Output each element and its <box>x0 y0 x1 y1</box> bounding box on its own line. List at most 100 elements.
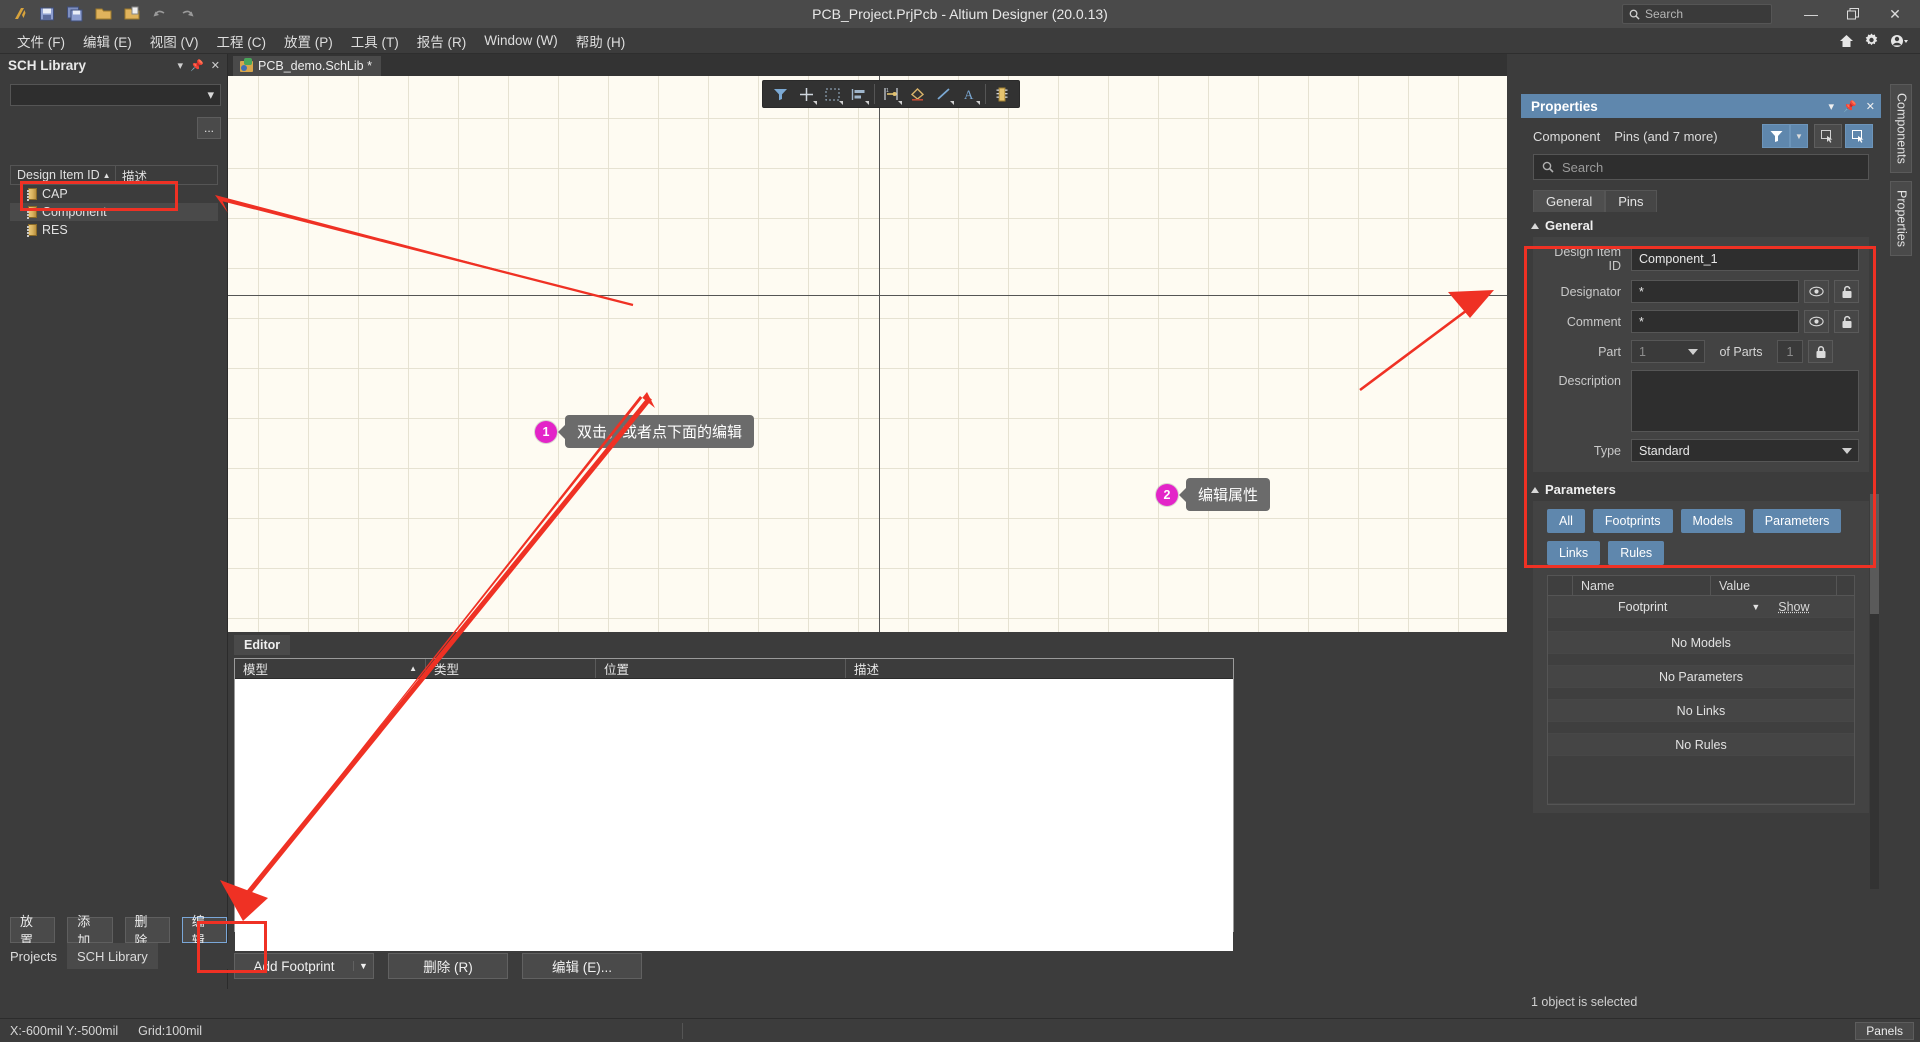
show-link[interactable]: Show <box>1778 600 1809 614</box>
scrollbar-thumb[interactable] <box>1870 494 1879 614</box>
column-design-item-id[interactable]: Design Item ID ▲ <box>11 168 115 182</box>
parameters-section-title[interactable]: Parameters <box>1521 472 1881 501</box>
minimize-button[interactable]: — <box>1790 0 1832 28</box>
selection-box-icon[interactable] <box>819 82 845 106</box>
comment-input[interactable]: * <box>1631 310 1799 333</box>
library-select[interactable]: ▾ <box>10 84 221 106</box>
menu-view[interactable]: 视图 (V) <box>141 28 208 54</box>
chevron-down-icon[interactable]: ▼ <box>1790 124 1808 148</box>
table-row[interactable]: Footprint ▼ Show <box>1548 596 1854 618</box>
delete-model-button[interactable]: 删除 (R) <box>388 953 508 979</box>
vtab-properties[interactable]: Properties <box>1889 180 1912 256</box>
list-item[interactable]: RES <box>10 221 218 239</box>
vtab-components[interactable]: Components <box>1889 84 1912 173</box>
zoom-to-fit-icon[interactable] <box>1845 124 1873 148</box>
global-search-input[interactable]: Search <box>1622 4 1772 24</box>
altium-logo-icon[interactable] <box>6 2 32 26</box>
gear-icon[interactable] <box>1864 33 1879 48</box>
user-account-icon[interactable] <box>1889 34 1910 48</box>
type-select[interactable]: Standard <box>1631 439 1859 462</box>
text-icon[interactable]: A <box>956 82 982 106</box>
filter-rules-button[interactable]: Rules <box>1608 541 1665 565</box>
column-description[interactable]: 描述 <box>116 166 147 185</box>
add-footprint-dropdown[interactable]: ▼ <box>353 961 373 971</box>
filter-all-button[interactable]: All <box>1547 509 1585 533</box>
home-icon[interactable] <box>1839 34 1854 48</box>
crosshair-icon[interactable] <box>793 82 819 106</box>
part-select[interactable]: 1 <box>1631 340 1705 363</box>
menu-tools[interactable]: 工具 (T) <box>342 28 408 54</box>
column-description[interactable]: 描述 <box>845 659 1233 678</box>
add-button[interactable]: 添加 <box>67 914 113 948</box>
polygon-icon[interactable] <box>904 82 930 106</box>
list-item[interactable]: Component <box>10 203 218 221</box>
lock-icon[interactable] <box>1808 340 1833 363</box>
unlock-icon[interactable] <box>1834 280 1859 303</box>
pin-icon[interactable]: 📌 <box>190 59 204 72</box>
align-icon[interactable] <box>845 82 871 106</box>
chevron-down-icon[interactable]: ▼ <box>1751 602 1760 612</box>
eye-icon[interactable] <box>1804 280 1829 303</box>
edit-model-button[interactable]: 编辑 (E)... <box>522 953 642 979</box>
properties-scrollbar[interactable] <box>1870 494 1879 889</box>
restore-button[interactable] <box>1832 0 1874 28</box>
schematic-library-canvas[interactable]: 1 A 1 双击，或者点下面的编辑 2 编辑属性 <box>228 76 1507 632</box>
menu-window[interactable]: Window (W) <box>475 30 567 51</box>
filter-icon[interactable] <box>767 82 793 106</box>
filter-footprints-button[interactable]: Footprints <box>1592 509 1673 533</box>
column-position[interactable]: 位置 <box>595 659 845 678</box>
column-name[interactable]: Name <box>1572 576 1710 595</box>
filter-links-button[interactable]: Links <box>1547 541 1601 565</box>
edit-button[interactable]: 编辑 <box>181 914 227 948</box>
designator-input[interactable]: * <box>1631 280 1799 303</box>
chevron-down-icon[interactable]: ▾ <box>178 59 184 72</box>
library-browse-button[interactable]: ... <box>197 117 221 139</box>
list-item[interactable]: CAP <box>10 185 218 203</box>
redo-icon[interactable] <box>174 2 200 26</box>
save-icon[interactable] <box>34 2 60 26</box>
panels-button[interactable]: Panels <box>1855 1021 1914 1040</box>
component-icon[interactable] <box>989 82 1015 106</box>
add-footprint-button[interactable]: Add Footprint ▼ <box>234 953 374 979</box>
tab-editor[interactable]: Editor <box>234 635 291 655</box>
general-section-title[interactable]: General <box>1521 212 1881 237</box>
properties-search-input[interactable]: Search <box>1533 154 1869 180</box>
menu-edit[interactable]: 编辑 (E) <box>74 28 141 54</box>
pin-place-icon[interactable]: 1 <box>878 82 904 106</box>
funnel-icon[interactable] <box>1762 124 1790 148</box>
column-type[interactable]: 类型 <box>425 659 595 678</box>
delete-button[interactable]: 删除 <box>124 914 170 948</box>
description-textarea[interactable] <box>1631 370 1859 432</box>
tab-projects[interactable]: Projects <box>0 943 67 969</box>
save-all-icon[interactable] <box>62 2 88 26</box>
tab-general[interactable]: General <box>1533 190 1606 212</box>
filter-models-button[interactable]: Models <box>1680 509 1745 533</box>
filter-parameters-button[interactable]: Parameters <box>1752 509 1842 533</box>
model-grid[interactable]: 模型 ▲ 类型 位置 描述 <box>234 658 1234 951</box>
pin-icon[interactable]: 📌 <box>1843 100 1857 113</box>
model-grid-body[interactable] <box>235 679 1233 951</box>
menu-place[interactable]: 放置 (P) <box>275 28 342 54</box>
menu-help[interactable]: 帮助 (H) <box>567 28 635 54</box>
column-model[interactable]: 模型 ▲ <box>235 659 425 678</box>
close-button[interactable]: ✕ <box>1874 0 1916 28</box>
undo-icon[interactable] <box>146 2 172 26</box>
tab-pins[interactable]: Pins <box>1605 190 1657 212</box>
tab-sch-library[interactable]: SCH Library <box>66 943 158 969</box>
unlock-icon[interactable] <box>1834 310 1859 333</box>
open-icon[interactable] <box>90 2 116 26</box>
chevron-down-icon[interactable]: ▾ <box>1829 100 1835 113</box>
column-value[interactable]: Value <box>1710 576 1836 595</box>
document-tab-schlib[interactable]: PCB_demo.SchLib * <box>233 56 381 76</box>
close-icon[interactable]: ✕ <box>1866 100 1875 113</box>
line-icon[interactable] <box>930 82 956 106</box>
design-item-id-input[interactable]: Component_1 <box>1631 247 1859 271</box>
place-button[interactable]: 放置 <box>10 914 56 948</box>
eye-icon[interactable] <box>1804 310 1829 333</box>
open-project-icon[interactable] <box>118 2 144 26</box>
menu-project[interactable]: 工程 (C) <box>208 28 276 54</box>
menu-file[interactable]: 文件 (F) <box>8 28 74 54</box>
select-all-icon[interactable] <box>1814 124 1842 148</box>
menu-reports[interactable]: 报告 (R) <box>408 28 476 54</box>
close-icon[interactable]: ✕ <box>211 59 220 72</box>
